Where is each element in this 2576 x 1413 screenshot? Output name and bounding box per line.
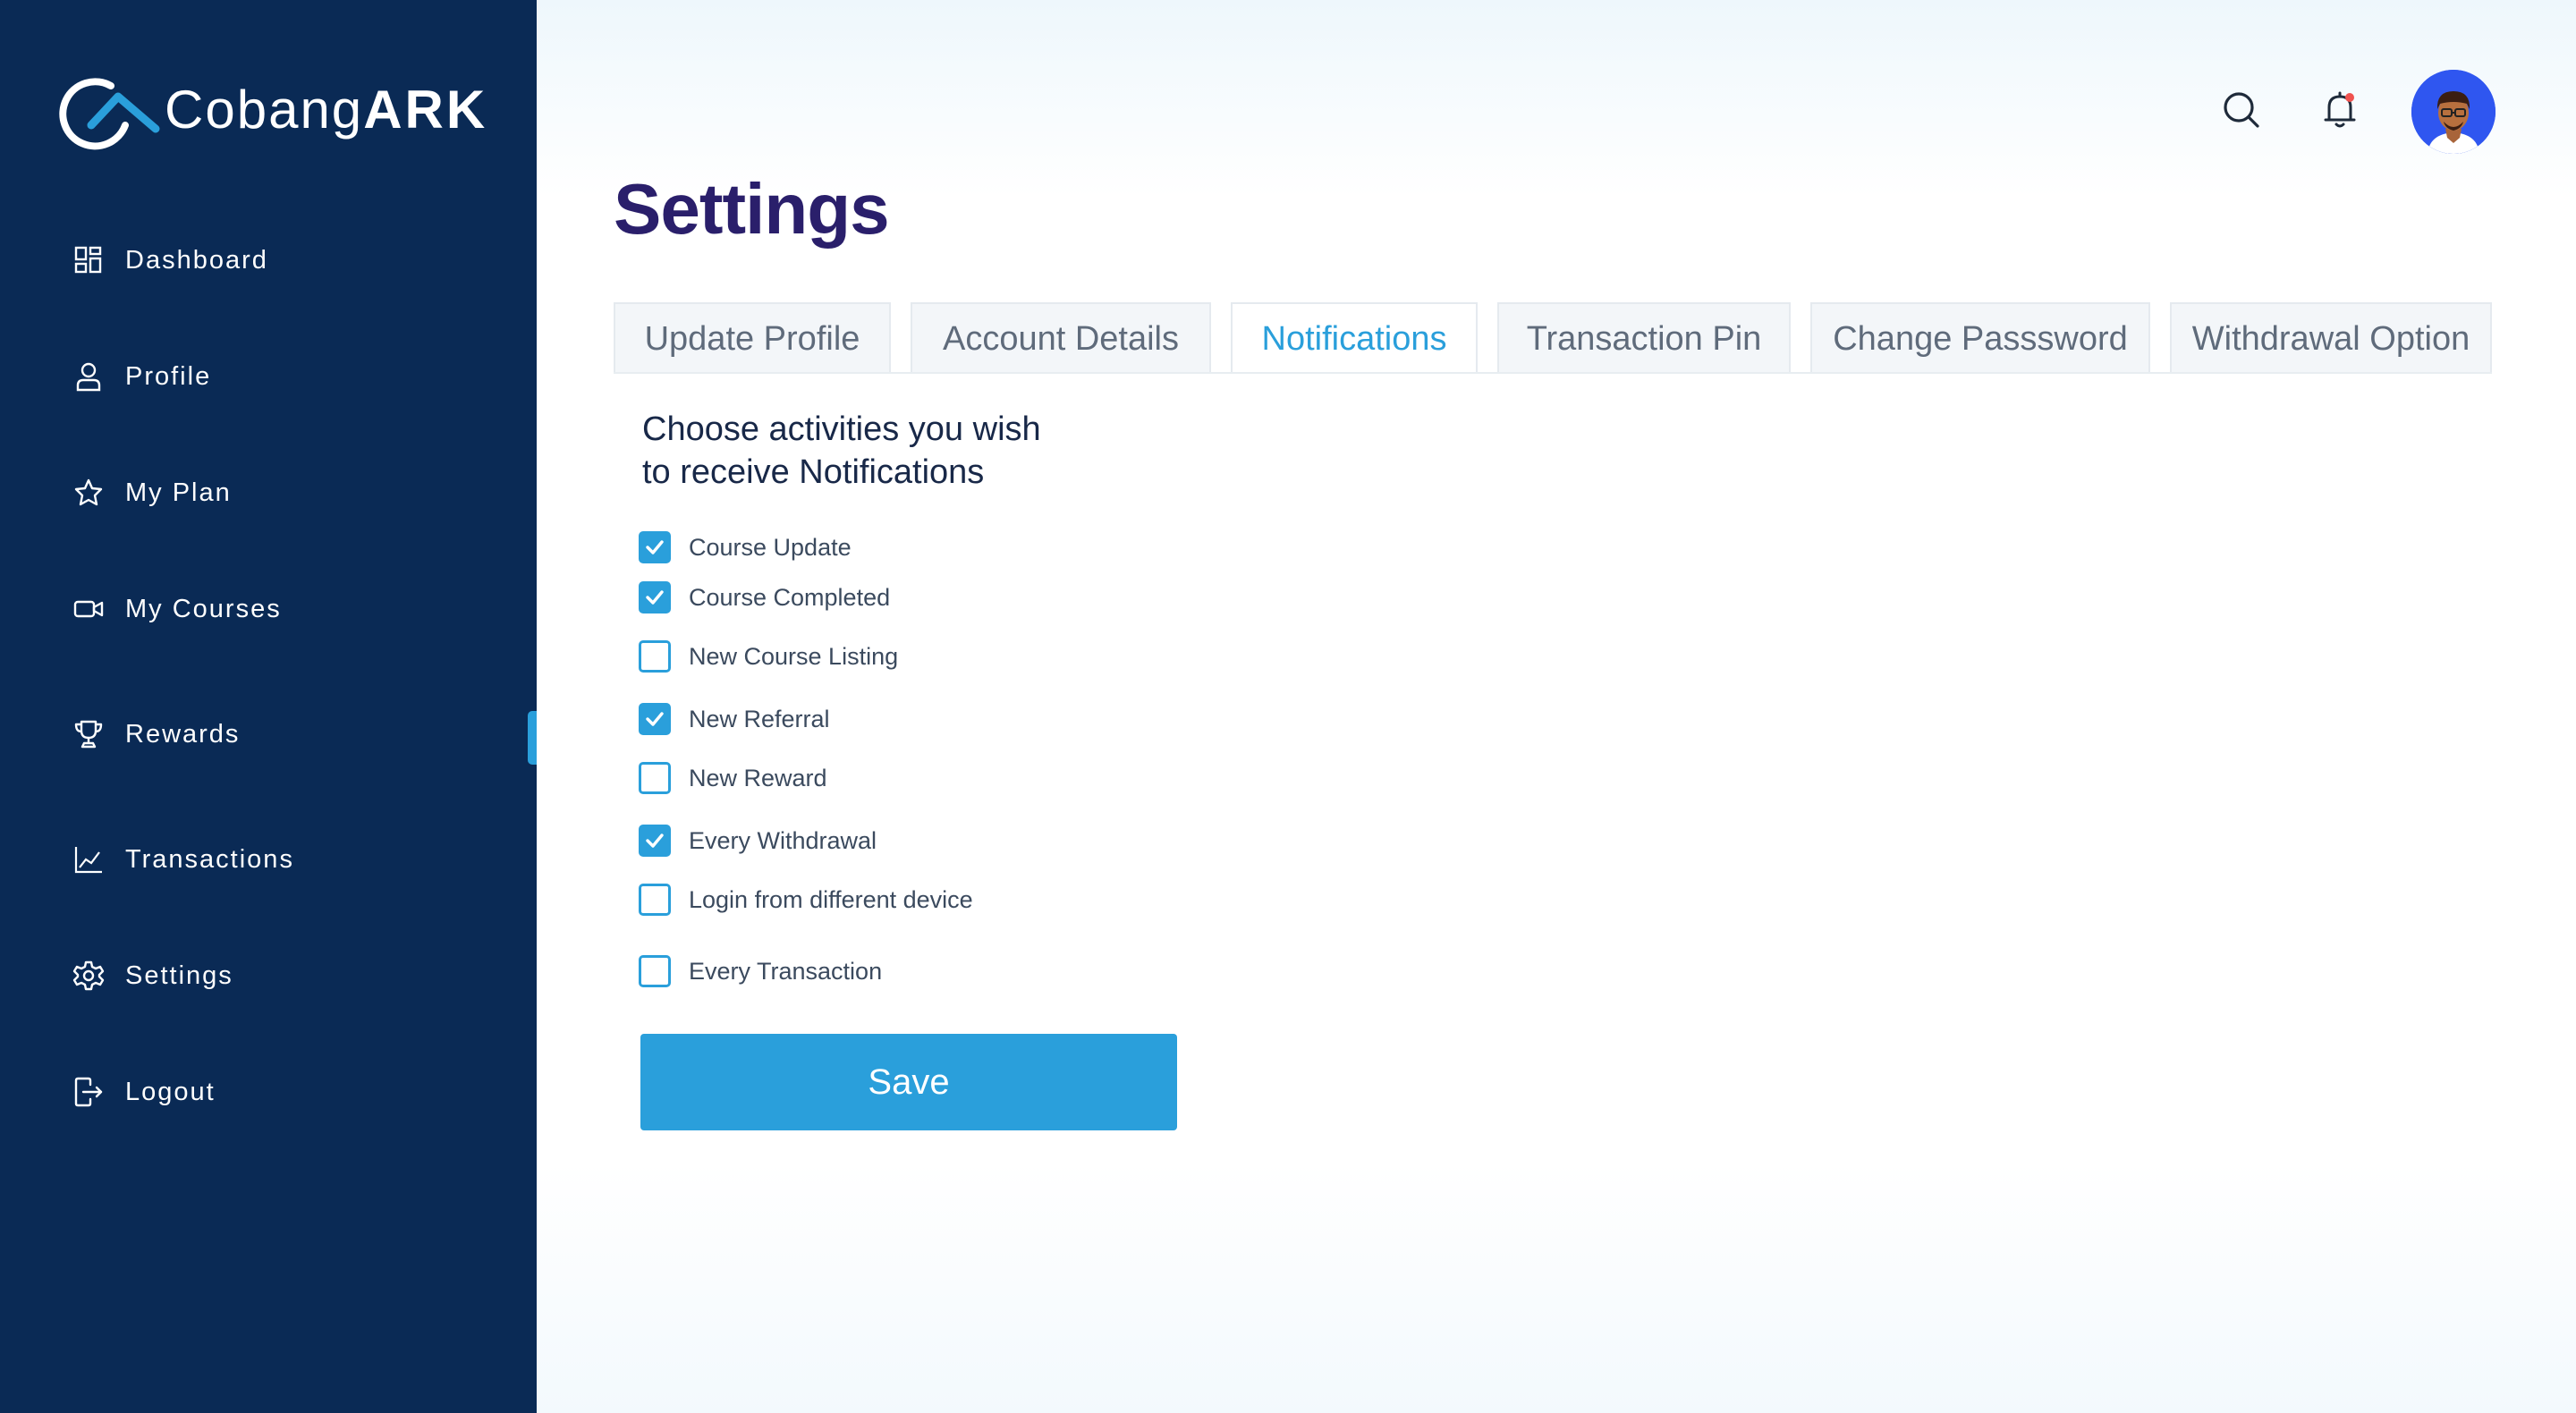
checkbox[interactable] <box>639 640 671 673</box>
sidebar-item-label: Logout <box>125 1077 216 1106</box>
avatar[interactable] <box>2411 70 2496 154</box>
logout-icon <box>72 1075 106 1109</box>
sidebar-item-label: My Plan <box>125 478 232 507</box>
sidebar-item-label: Dashboard <box>125 245 268 275</box>
option-label: Course Completed <box>689 583 891 611</box>
sidebar-item-my-courses[interactable]: My Courses <box>72 592 282 626</box>
option-label: Every Withdrawal <box>689 826 877 854</box>
checkbox[interactable] <box>639 703 671 735</box>
sidebar-item-label: Transactions <box>125 844 294 874</box>
checkbox[interactable] <box>639 884 671 916</box>
active-nav-indicator <box>528 711 537 765</box>
sidebar-item-label: Settings <box>125 960 233 990</box>
check-icon <box>646 712 664 726</box>
checkbox[interactable] <box>639 531 671 563</box>
main-content: Settings Update Profile Account Details … <box>537 0 2576 1413</box>
sidebar-item-rewards[interactable]: Rewards <box>72 717 240 751</box>
sidebar-item-logout[interactable]: Logout <box>72 1075 216 1109</box>
tab-account-details[interactable]: Account Details <box>911 302 1211 374</box>
check-icon <box>646 833 664 848</box>
chart-icon <box>72 842 106 876</box>
logo-icon <box>55 70 161 160</box>
option-every-transaction[interactable]: Every Transaction <box>639 955 882 987</box>
checkbox[interactable] <box>639 581 671 613</box>
check-icon <box>646 590 664 605</box>
option-new-course-listing[interactable]: New Course Listing <box>639 640 898 673</box>
gear-icon <box>72 959 106 993</box>
logo-text: CobangARK <box>165 80 488 140</box>
sidebar: CobangARK Dashboard Profile My Plan My C… <box>0 0 537 1413</box>
option-label: New Course Listing <box>689 642 899 670</box>
sidebar-item-dashboard[interactable]: Dashboard <box>72 243 268 277</box>
option-label: New Referral <box>689 705 830 732</box>
option-new-reward[interactable]: New Reward <box>639 762 827 794</box>
sidebar-item-profile[interactable]: Profile <box>72 360 211 393</box>
sidebar-item-my-plan[interactable]: My Plan <box>72 476 232 510</box>
save-button[interactable]: Save <box>640 1034 1177 1130</box>
tab-update-profile[interactable]: Update Profile <box>614 302 891 374</box>
notification-dot <box>2345 92 2354 102</box>
sidebar-item-transactions[interactable]: Transactions <box>72 842 294 876</box>
user-icon <box>72 360 106 393</box>
dashboard-icon <box>72 243 106 277</box>
sidebar-item-settings[interactable]: Settings <box>72 959 233 993</box>
checkbox[interactable] <box>639 955 671 987</box>
tab-transaction-pin[interactable]: Transaction Pin <box>1497 302 1791 374</box>
header-actions <box>2215 70 2496 154</box>
trophy-icon <box>72 717 106 751</box>
video-icon <box>72 592 106 626</box>
option-label: New Reward <box>689 764 827 791</box>
option-every-withdrawal[interactable]: Every Withdrawal <box>639 825 877 857</box>
option-label: Login from different device <box>689 885 973 913</box>
checkbox[interactable] <box>639 825 671 857</box>
option-course-update[interactable]: Course Update <box>639 531 852 563</box>
search-button[interactable] <box>2215 85 2268 139</box>
tab-notifications[interactable]: Notifications <box>1231 302 1478 374</box>
notifications-heading: Choose activities you wish to receive No… <box>642 410 1041 491</box>
sidebar-item-label: Profile <box>125 361 212 391</box>
settings-tabs: Update Profile Account Details Notificat… <box>614 302 2492 374</box>
tab-change-password[interactable]: Change Passsword <box>1810 302 2150 374</box>
option-label: Every Transaction <box>689 957 883 985</box>
option-label: Course Update <box>689 533 852 561</box>
notifications-button[interactable] <box>2313 85 2367 139</box>
option-new-referral[interactable]: New Referral <box>639 703 830 735</box>
check-icon <box>646 540 664 554</box>
star-icon <box>72 476 106 510</box>
search-icon <box>2219 88 2264 137</box>
sidebar-item-label: My Courses <box>125 594 282 623</box>
logo[interactable]: CobangARK <box>55 70 487 160</box>
tabs-divider <box>614 372 2492 374</box>
option-course-completed[interactable]: Course Completed <box>639 581 890 613</box>
option-login-different-device[interactable]: Login from different device <box>639 884 973 916</box>
checkbox[interactable] <box>639 762 671 794</box>
bell-icon <box>2318 88 2362 137</box>
page-title: Settings <box>614 169 890 249</box>
tab-withdrawal-option[interactable]: Withdrawal Option <box>2170 302 2492 374</box>
sidebar-item-label: Rewards <box>125 719 241 749</box>
